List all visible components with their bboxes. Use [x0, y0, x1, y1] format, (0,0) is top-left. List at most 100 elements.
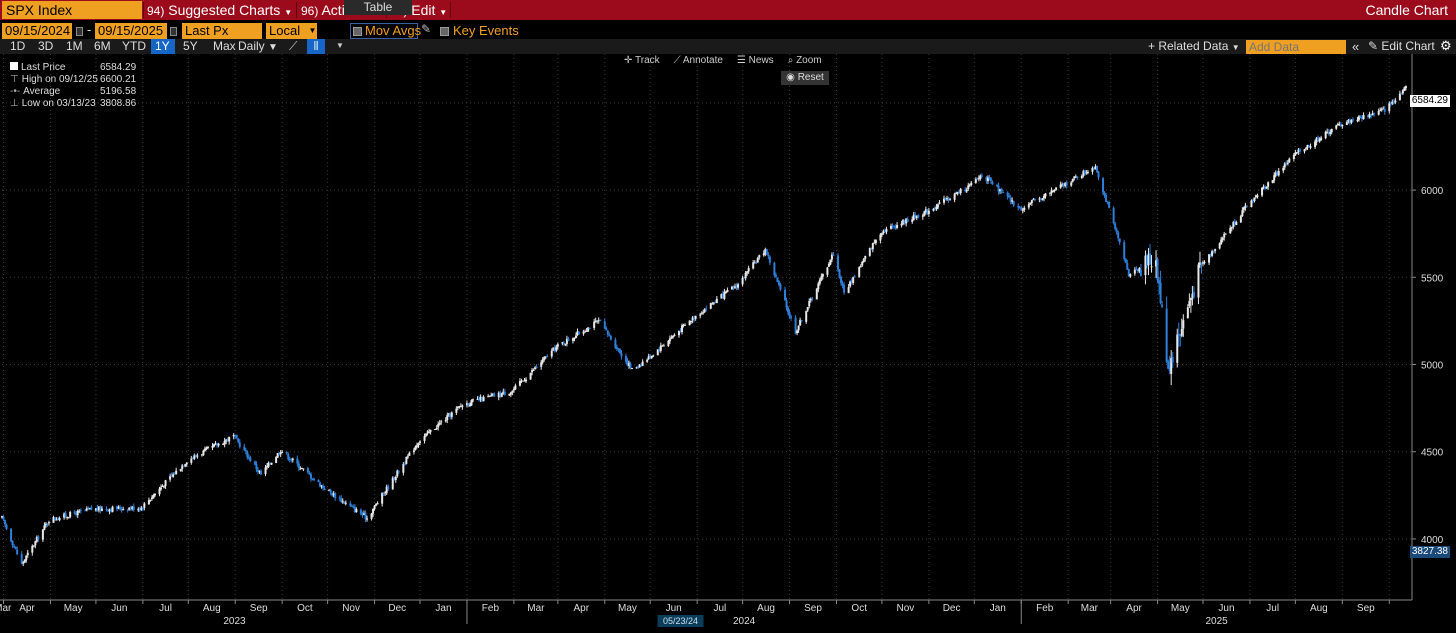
- pencil-icon[interactable]: ✎: [421, 22, 431, 36]
- candle-body: [796, 330, 799, 334]
- x-tick-label: Aug: [1310, 603, 1328, 614]
- related-data-menu[interactable]: + Related Data ▼: [1148, 39, 1240, 54]
- candle-body: [64, 513, 67, 517]
- x-tick-label: Aug: [757, 603, 775, 614]
- add-data-input[interactable]: [1246, 40, 1346, 54]
- candle-body: [525, 379, 528, 382]
- annotate-tool[interactable]: ⟋ Annotate: [674, 55, 723, 69]
- candle-body: [606, 330, 609, 335]
- frequency-select[interactable]: Daily ▼: [238, 39, 278, 54]
- price-field-select[interactable]: Last Px: [182, 23, 262, 39]
- candle-body: [1295, 152, 1298, 154]
- candle-body: [861, 261, 864, 266]
- candle-body: [414, 446, 417, 451]
- mov-avgs-checkbox[interactable]: [353, 27, 362, 36]
- track-tool[interactable]: ✛ Track: [624, 55, 660, 69]
- candle-body: [1076, 176, 1079, 179]
- candle-body: [815, 288, 818, 300]
- candle-body: [1041, 198, 1044, 200]
- candle-body: [329, 489, 332, 493]
- reset-button[interactable]: ◉ Reset: [781, 71, 829, 85]
- ticker-field[interactable]: SPX Index: [2, 1, 142, 19]
- candle-body: [1235, 222, 1238, 225]
- candle-body: [322, 485, 325, 489]
- candle-chart-icon[interactable]: ⫼: [307, 39, 325, 54]
- candle-body: [32, 545, 35, 547]
- x-tick-label: Jul: [1266, 603, 1279, 614]
- currency-select[interactable]: Local CCY: [266, 23, 308, 54]
- range-6m[interactable]: 6M: [94, 39, 122, 54]
- news-tool[interactable]: ☰ News: [737, 55, 774, 69]
- candle-body: [765, 249, 768, 256]
- candle-body: [737, 284, 740, 288]
- candle-body: [203, 448, 206, 451]
- candle-body: [1103, 192, 1106, 195]
- candle-body: [1241, 210, 1244, 217]
- edit-chart-button[interactable]: ✎ Edit Chart: [1368, 39, 1435, 54]
- candle-body: [450, 412, 453, 417]
- candle-body: [1303, 149, 1306, 152]
- gear-icon[interactable]: ⚙: [1440, 38, 1452, 53]
- candle-body: [588, 327, 591, 329]
- candle-body: [79, 509, 82, 511]
- candle-body: [235, 434, 238, 438]
- range-1m[interactable]: 1M: [66, 39, 94, 54]
- candle-body: [472, 399, 475, 401]
- line-chart-icon[interactable]: ⟋: [289, 39, 297, 54]
- candle-body: [1188, 300, 1191, 306]
- candle-body: [429, 430, 432, 432]
- candle-body: [806, 307, 809, 311]
- key-events-checkbox[interactable]: [440, 27, 449, 36]
- start-date-field[interactable]: 09/15/2024: [2, 23, 72, 39]
- table-button[interactable]: Table: [344, 0, 412, 15]
- candle-body: [667, 340, 670, 346]
- candle-body: [153, 493, 156, 496]
- currency-dropdown-icon[interactable]: ▼: [308, 23, 317, 39]
- candle-body: [100, 508, 103, 511]
- calendar-icon[interactable]: [170, 27, 177, 36]
- candle-body: [461, 405, 464, 407]
- candle-body: [1197, 264, 1200, 298]
- last-price-tag: 6584.29: [1409, 95, 1450, 107]
- candle-body: [470, 400, 473, 406]
- candle-body: [1221, 238, 1224, 240]
- x-tick-label: Nov: [897, 603, 915, 614]
- candle-body: [1012, 201, 1015, 206]
- candle-body: [46, 523, 49, 525]
- candle-chart[interactable]: 400045005000550060006500 MarAprMayJunJul…: [0, 54, 1456, 633]
- calendar-icon[interactable]: [76, 27, 83, 36]
- suggested-charts-menu[interactable]: 94) Suggested Charts ▼: [147, 0, 292, 20]
- collapse-icon[interactable]: «: [1352, 39, 1359, 54]
- candle-body: [141, 508, 144, 510]
- x-tick-label: Mar: [1081, 603, 1099, 614]
- candle-body: [1000, 188, 1003, 192]
- candle-body: [440, 421, 443, 423]
- range-5y[interactable]: 5Y: [183, 39, 213, 54]
- candle-body: [1002, 191, 1005, 193]
- candle-body: [147, 500, 150, 505]
- zoom-tool[interactable]: ⌕ Zoom: [788, 55, 822, 69]
- range-1y[interactable]: 1Y: [151, 39, 175, 54]
- end-date-field[interactable]: 09/15/2025: [95, 23, 167, 39]
- range-3d[interactable]: 3D: [38, 39, 66, 54]
- candle-body: [543, 357, 546, 360]
- candle-body: [970, 182, 973, 186]
- candle-body: [1383, 108, 1386, 112]
- candle-body: [556, 344, 559, 347]
- chart-type-dropdown-icon[interactable]: ▼: [336, 41, 344, 50]
- range-1d[interactable]: 1D: [10, 39, 38, 54]
- candle-body: [34, 541, 37, 546]
- x-tick-label: Dec: [943, 603, 961, 614]
- candle-body: [185, 462, 188, 465]
- x-axis: Mar Apr May Jun Jul Aug Sep Oct Nov Dec Jan Feb Mar A…: [0, 599, 1412, 627]
- x-tick-label: May: [618, 603, 637, 614]
- candle-body: [767, 254, 770, 257]
- candle-body: [800, 320, 803, 322]
- candle-body: [1362, 114, 1365, 120]
- candle-body: [959, 188, 962, 193]
- candle-body: [1394, 100, 1397, 103]
- candle-body: [694, 315, 697, 319]
- candle-body: [287, 454, 290, 460]
- candle-body: [511, 390, 514, 393]
- candle-body: [382, 493, 385, 495]
